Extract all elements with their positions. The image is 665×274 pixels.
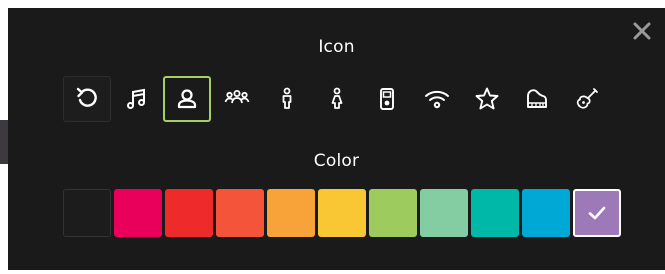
star-icon-button[interactable] xyxy=(463,76,511,122)
piano-icon xyxy=(527,89,547,108)
wifi-icon xyxy=(425,90,449,109)
music-note-icon xyxy=(127,88,145,109)
color-mint-swatch[interactable] xyxy=(420,189,468,237)
guitar-icon-button[interactable] xyxy=(563,76,611,122)
man-icon xyxy=(282,87,292,109)
color-green-swatch[interactable] xyxy=(369,189,417,237)
ipod-icon xyxy=(380,88,394,110)
music-note-icon-button[interactable] xyxy=(113,76,161,122)
guitar-icon xyxy=(576,88,598,109)
ipod-icon-button[interactable] xyxy=(363,76,411,122)
color-pink-swatch[interactable] xyxy=(114,189,162,237)
group-icon xyxy=(224,90,250,104)
group-icon-button[interactable] xyxy=(213,76,261,122)
background-edge-mark xyxy=(0,120,8,164)
piano-icon-button[interactable] xyxy=(513,76,561,122)
color-purple-swatch[interactable] xyxy=(573,189,621,237)
color-none-swatch[interactable] xyxy=(63,189,111,237)
reset-icon-button[interactable] xyxy=(63,76,111,122)
checkmark-icon xyxy=(588,206,606,220)
person-icon-button[interactable] xyxy=(163,76,211,122)
color-section-title: Color xyxy=(313,151,360,171)
reset-icon xyxy=(76,87,97,107)
color-red-swatch[interactable] xyxy=(165,189,213,237)
icon-color-picker-dialog: Icon Color xyxy=(8,8,665,270)
wifi-icon-button[interactable] xyxy=(413,76,461,122)
person-icon xyxy=(177,89,197,109)
screenshot-frame: Icon Color xyxy=(0,0,665,274)
color-orange-swatch[interactable] xyxy=(267,189,315,237)
star-icon xyxy=(475,87,499,110)
man-icon-button[interactable] xyxy=(263,76,311,122)
color-yellow-swatch[interactable] xyxy=(318,189,366,237)
color-orange-red-swatch[interactable] xyxy=(216,189,264,237)
woman-icon-button[interactable] xyxy=(313,76,361,122)
color-swatch-row xyxy=(63,189,621,237)
icon-options-row xyxy=(63,76,611,122)
color-teal-swatch[interactable] xyxy=(471,189,519,237)
color-blue-swatch[interactable] xyxy=(522,189,570,237)
icon-section-title: Icon xyxy=(318,37,355,57)
woman-icon xyxy=(331,87,343,109)
